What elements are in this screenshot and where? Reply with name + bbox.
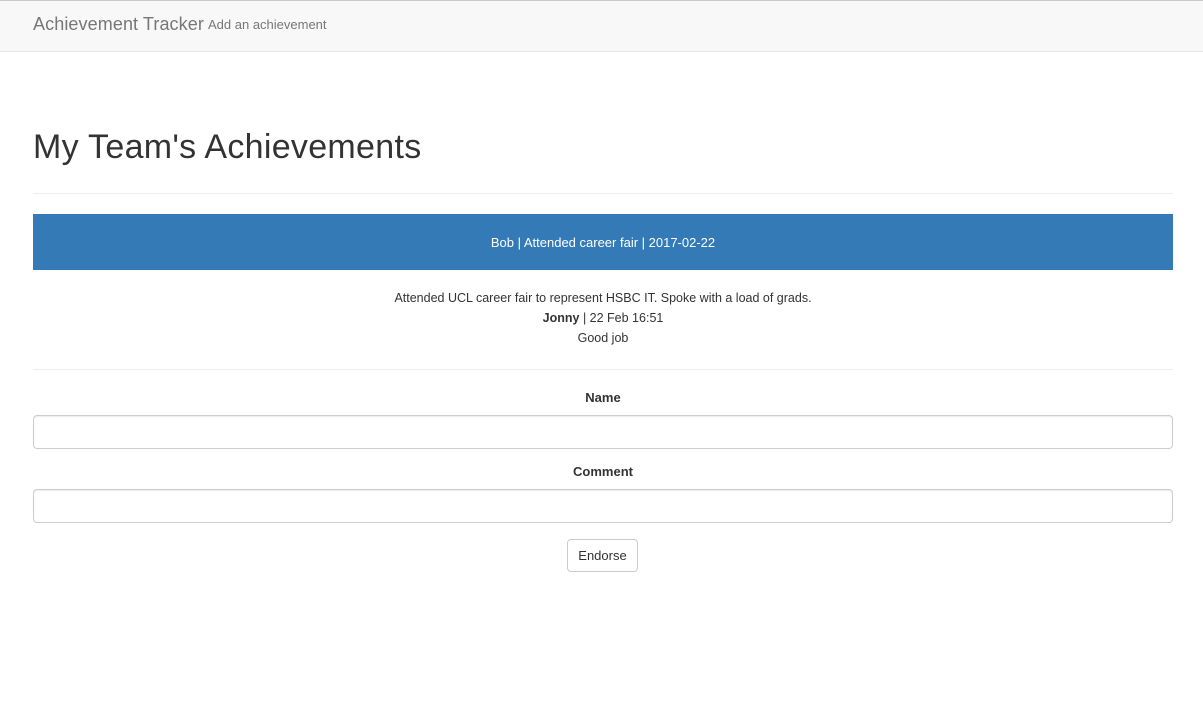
body-divider (33, 369, 1173, 370)
name-input[interactable] (33, 415, 1173, 449)
endorsement-timestamp: 22 Feb 16:51 (589, 311, 664, 325)
achievement-description: Attended UCL career fair to represent HS… (394, 291, 812, 305)
achievement-heading-text: Bob | Attended career fair | 2017-02-22 (490, 234, 716, 250)
endorse-button[interactable]: Endorse (567, 539, 638, 572)
page-title: My Team's Achievements (33, 128, 422, 166)
comment-label: Comment (573, 464, 633, 479)
endorsement-meta: Jonny | 22 Feb 16:51 (33, 308, 1173, 328)
comment-input[interactable] (33, 489, 1173, 523)
endorser-name: Jonny (542, 311, 580, 325)
achievement-body: Attended UCL career fair to represent HS… (33, 288, 1173, 348)
brand-link[interactable]: Achievement Tracker (33, 14, 204, 35)
achievement-heading: Bob | Attended career fair | 2017-02-22 (33, 214, 1173, 270)
nav-link-add-achievement[interactable]: Add an achievement (208, 17, 327, 32)
endorsement-comment: Good job (577, 331, 629, 345)
title-divider (33, 193, 1173, 194)
name-label: Name (585, 390, 621, 405)
endorsement-separator: | (579, 311, 590, 325)
navbar: Achievement Tracker Add an achievement (0, 0, 1203, 52)
